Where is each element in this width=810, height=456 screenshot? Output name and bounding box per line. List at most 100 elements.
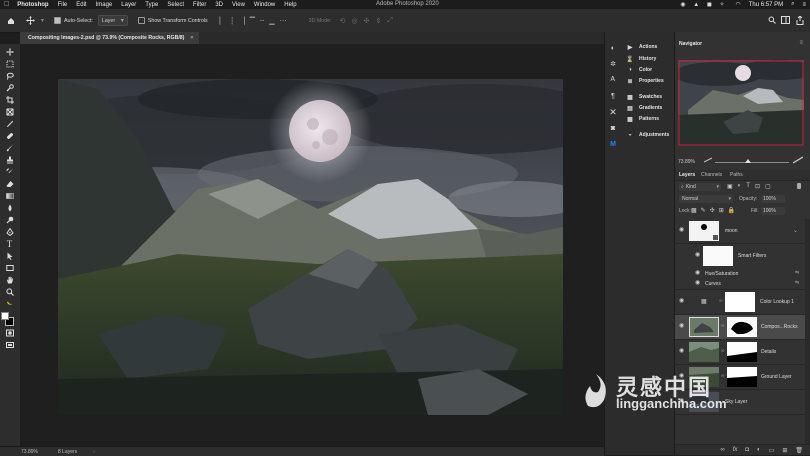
navigator-preview[interactable]	[673, 60, 810, 146]
filter-options-icon[interactable]: ⇋	[795, 280, 799, 286]
navigator-tab[interactable]: Navigator	[679, 41, 702, 47]
layer-row-filter[interactable]: ◉ Hue/Saturation ⇋	[675, 269, 805, 279]
status-chevron-icon[interactable]: ›	[93, 449, 95, 455]
layer-row[interactable]: ◉ ∞ Details	[675, 340, 805, 365]
align-left-icon[interactable]: ▏	[220, 17, 225, 25]
filter-pixel-icon[interactable]: ▣	[727, 183, 733, 190]
pen-tool-icon[interactable]	[4, 227, 15, 236]
zoom-tool-icon[interactable]	[4, 287, 15, 296]
new-adjustment-icon[interactable]: ◐	[757, 447, 761, 453]
move-tool-icon[interactable]	[4, 47, 15, 56]
panel-swatches[interactable]: ▦ Swatches	[627, 94, 662, 101]
lasso-tool-icon[interactable]	[4, 71, 15, 80]
marquee-tool-icon[interactable]	[4, 59, 15, 68]
history-brush-tool-icon[interactable]	[4, 167, 15, 176]
navigator-slider-handle[interactable]	[745, 159, 751, 163]
banana-icon[interactable]	[4, 298, 15, 307]
eye-icon[interactable]: ◉	[695, 252, 701, 258]
menu-3d[interactable]: 3D	[215, 2, 223, 8]
fx-icon[interactable]: fx	[733, 447, 738, 453]
eraser-tool-icon[interactable]	[4, 179, 15, 188]
apple-icon[interactable]: 	[4, 1, 9, 8]
layer-row-smart-filters[interactable]: ◉ Smart Filters	[675, 244, 805, 268]
rectangle-tool-icon[interactable]	[4, 263, 15, 272]
eye-icon[interactable]: ◉	[695, 280, 701, 286]
blend-mode-dropdown[interactable]: Normal ▾	[679, 195, 733, 203]
eyedropper-tool-icon[interactable]	[4, 119, 15, 128]
wifi-icon[interactable]: ◠	[736, 1, 741, 8]
eye-icon[interactable]: ◉	[679, 227, 685, 233]
document-tab[interactable]: Compositing Images-2.psd @ 73.9% (Compos…	[20, 32, 200, 44]
frame-tool-icon[interactable]	[4, 107, 15, 116]
opacity-field[interactable]: 100%	[761, 195, 785, 203]
menu-window[interactable]: Window	[254, 2, 275, 8]
3d-mode-buttons[interactable]: ⟲ ◎ ✣ ⇕ ⤢	[340, 17, 393, 25]
close-icon[interactable]: ×	[190, 35, 193, 41]
layer-name[interactable]: Color Lookup 1	[760, 299, 794, 305]
eye-icon[interactable]: ◉	[679, 298, 685, 304]
app-menu[interactable]: Photoshop	[17, 2, 48, 8]
menu-view[interactable]: View	[232, 2, 245, 8]
3d-pan-icon[interactable]: ✣	[364, 17, 370, 25]
status-icons[interactable]: ◉ ▲ ◼ ✧	[680, 1, 727, 8]
tools-cross-icon[interactable]: ✕	[607, 106, 619, 118]
link-layers-icon[interactable]: ∞	[720, 447, 724, 453]
hand-tool-icon[interactable]	[4, 275, 15, 284]
align-bottom-icon[interactable]: ▁	[269, 17, 274, 25]
eye-icon[interactable]: ◉	[679, 348, 685, 354]
type-tool-icon[interactable]: T	[4, 239, 15, 249]
panel-gradients[interactable]: ▤ Gradients	[627, 105, 662, 112]
clone-stamp-tool-icon[interactable]	[4, 155, 15, 164]
fill-field[interactable]: 100%	[761, 207, 785, 215]
lock-pixels-icon[interactable]: ✎	[701, 207, 706, 214]
navigator-zoom[interactable]: 73.89%	[678, 159, 695, 165]
brush-settings-icon[interactable]: ◐	[607, 42, 619, 54]
layer-row-filter[interactable]: ◉ Curves ⇋	[675, 279, 805, 290]
menu-list-icon[interactable]: ≡	[802, 2, 806, 8]
canvas-area[interactable]	[20, 44, 604, 446]
fx-chevron-icon[interactable]: ⌄	[793, 227, 798, 234]
panel-color[interactable]: ◑ Color	[627, 67, 652, 73]
path-selection-tool-icon[interactable]	[4, 251, 15, 260]
distribute-icon[interactable]: ⋯	[280, 17, 287, 25]
menu-layer[interactable]: Layer	[121, 2, 136, 8]
layer-name[interactable]: Smart Filters	[738, 253, 766, 259]
filter-kind-dropdown[interactable]: ⌕ Kind ▾	[679, 183, 721, 191]
add-mask-icon[interactable]: ◘	[745, 447, 749, 453]
auto-select-dropdown[interactable]: Layer ▾	[97, 15, 128, 26]
lock-artboard-icon[interactable]: ⊞	[719, 207, 724, 214]
layer-name[interactable]: moon	[725, 228, 738, 234]
document-info[interactable]: 8 Layers	[58, 449, 77, 455]
lock-all-icon[interactable]: 🔒	[728, 207, 735, 214]
clone-source-icon[interactable]: ✲	[607, 58, 619, 70]
auto-select-checkbox[interactable]	[54, 17, 62, 24]
screen-mode-icon[interactable]	[4, 340, 15, 349]
3d-slide-icon[interactable]: ⇕	[375, 17, 381, 25]
eye-icon[interactable]: ◉	[679, 323, 685, 329]
camera-icon[interactable]: ◙	[607, 122, 619, 134]
new-group-icon[interactable]: ▭	[769, 447, 775, 454]
menu-filter[interactable]: Filter	[193, 2, 206, 8]
move-tool-options-icon[interactable]	[23, 16, 37, 25]
filter-adjustment-icon[interactable]: ◐	[738, 183, 742, 190]
layer-row[interactable]: ◉ moon ⌄	[675, 219, 805, 244]
panel-actions[interactable]: ▶ Actions	[627, 44, 658, 51]
clock[interactable]: Thu 6:57 PM	[749, 2, 783, 8]
panel-properties[interactable]: ≣ Properties	[627, 78, 663, 85]
lock-transparent-icon[interactable]: ▩	[691, 207, 697, 214]
3d-scale-icon[interactable]: ⤢	[387, 17, 393, 25]
menu-type[interactable]: Type	[145, 2, 158, 8]
panel-patterns[interactable]: ▩ Patterns	[627, 116, 659, 123]
layer-name[interactable]: Hue/Saturation	[705, 271, 738, 277]
crop-tool-icon[interactable]	[4, 95, 15, 104]
healing-brush-tool-icon[interactable]	[4, 131, 15, 140]
align-buttons[interactable]: ▏ ┆ ▕ ▔ ┄ ▁ ⋯	[220, 17, 287, 25]
layer-row[interactable]: ◉ ▦ ∞ Color Lookup 1	[675, 290, 805, 315]
align-top-icon[interactable]: ▔	[250, 17, 255, 25]
filter-smart-object-icon[interactable]: ▢	[765, 183, 771, 190]
3d-roll-icon[interactable]: ◎	[351, 17, 357, 25]
zoom-in-icon[interactable]	[792, 156, 804, 164]
tab-paths[interactable]: Paths	[730, 172, 743, 178]
zoom-out-icon[interactable]	[703, 157, 713, 163]
search-icon[interactable]	[768, 16, 776, 26]
